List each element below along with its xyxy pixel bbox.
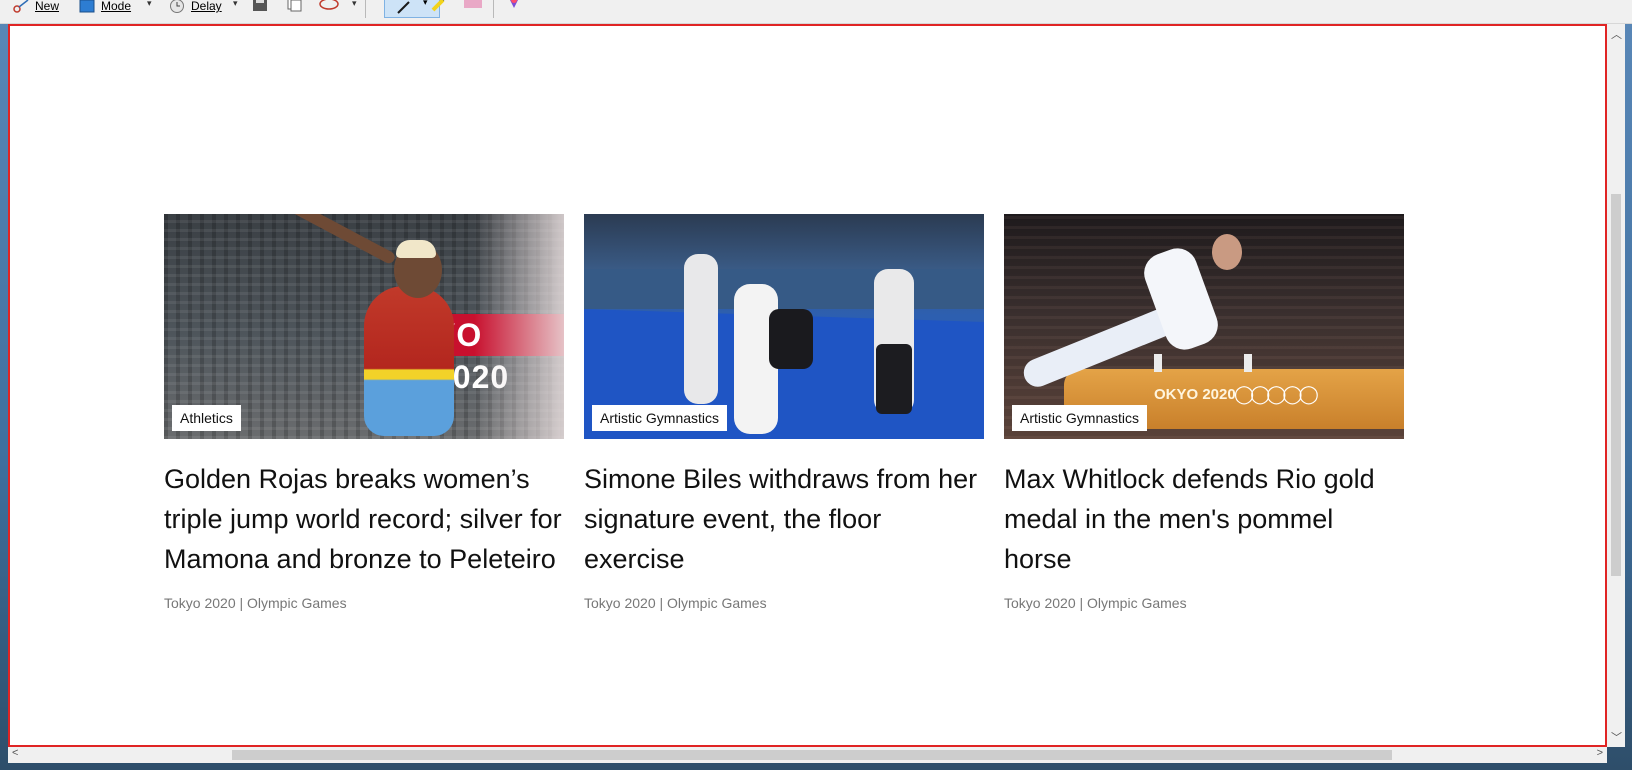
new-label: New (35, 0, 60, 13)
article-card[interactable]: OKYO 2020 ◯◯◯◯◯ Artistic Gymnastics Max … (1004, 214, 1404, 611)
horizontal-scroll-thumb[interactable] (232, 750, 1392, 760)
mode-icon (79, 0, 95, 13)
snipping-toolbar: New Mode ▾ Delay ▾ ▾ ▾ (0, 0, 1632, 24)
pen-icon (397, 1, 410, 14)
article-meta: Tokyo 2020 | Olympic Games (1004, 595, 1187, 611)
mode-label: Mode (101, 0, 132, 13)
olympic-rings-icon: ◯◯◯◯◯ (1234, 384, 1319, 404)
scissors-icon (13, 0, 29, 13)
mode-dropdown-caret-icon[interactable]: ▾ (147, 0, 152, 9)
horizontal-scrollbar[interactable]: < > (8, 747, 1607, 763)
clock-icon (170, 0, 184, 13)
send-dropdown-caret-icon[interactable]: ▾ (352, 0, 357, 9)
article-meta: Tokyo 2020 | Olympic Games (584, 595, 767, 611)
article-headline[interactable]: Simone Biles withdraws from her signatur… (584, 459, 984, 579)
send-snip-icon[interactable] (318, 0, 340, 12)
vertical-scrollbar[interactable]: ︿ ﹀ (1607, 24, 1625, 747)
save-icon[interactable] (251, 0, 269, 12)
scroll-right-icon[interactable]: > (1597, 747, 1603, 759)
delay-button[interactable]: Delay (168, 0, 222, 18)
article-image[interactable]: YO 2020 Athletics (164, 214, 564, 439)
article-card[interactable]: YO 2020 Athletics Golden Rojas breaks wo… (164, 214, 564, 611)
new-button[interactable]: New (12, 0, 59, 18)
vertical-scroll-thumb[interactable] (1611, 194, 1621, 576)
mode-button[interactable]: Mode (78, 0, 131, 18)
scroll-down-icon[interactable]: ﹀ (1611, 729, 1622, 745)
article-meta: Tokyo 2020 | Olympic Games (164, 595, 347, 611)
delay-label: Delay (191, 0, 222, 13)
article-headline[interactable]: Golden Rojas breaks women’s triple jump … (164, 459, 564, 579)
article-card[interactable]: Artistic Gymnastics Simone Biles withdra… (584, 214, 984, 611)
category-tag[interactable]: Artistic Gymnastics (1012, 405, 1148, 431)
highlighter-icon[interactable] (430, 0, 448, 12)
category-tag[interactable]: Artistic Gymnastics (592, 405, 728, 431)
capture-frame: YO 2020 Athletics Golden Rojas breaks wo… (8, 24, 1607, 747)
tokyo-horse-text: OKYO 2020 (1154, 386, 1236, 403)
toolbar-separator (365, 0, 366, 18)
copy-icon[interactable] (285, 0, 303, 12)
eraser-icon[interactable] (462, 0, 484, 10)
category-tag[interactable]: Athletics (172, 405, 241, 431)
delay-dropdown-caret-icon[interactable]: ▾ (233, 0, 238, 9)
paint3d-icon[interactable] (505, 0, 523, 10)
scroll-left-icon[interactable]: < (12, 747, 18, 759)
scroll-up-icon[interactable]: ︿ (1611, 26, 1622, 42)
article-headline[interactable]: Max Whitlock defends Rio gold medal in t… (1004, 459, 1404, 579)
article-image[interactable]: Artistic Gymnastics (584, 214, 984, 439)
pen-dropdown-caret-icon[interactable]: ▾ (423, 0, 428, 8)
article-image[interactable]: OKYO 2020 ◯◯◯◯◯ Artistic Gymnastics (1004, 214, 1404, 439)
toolbar-separator-2 (493, 0, 494, 18)
